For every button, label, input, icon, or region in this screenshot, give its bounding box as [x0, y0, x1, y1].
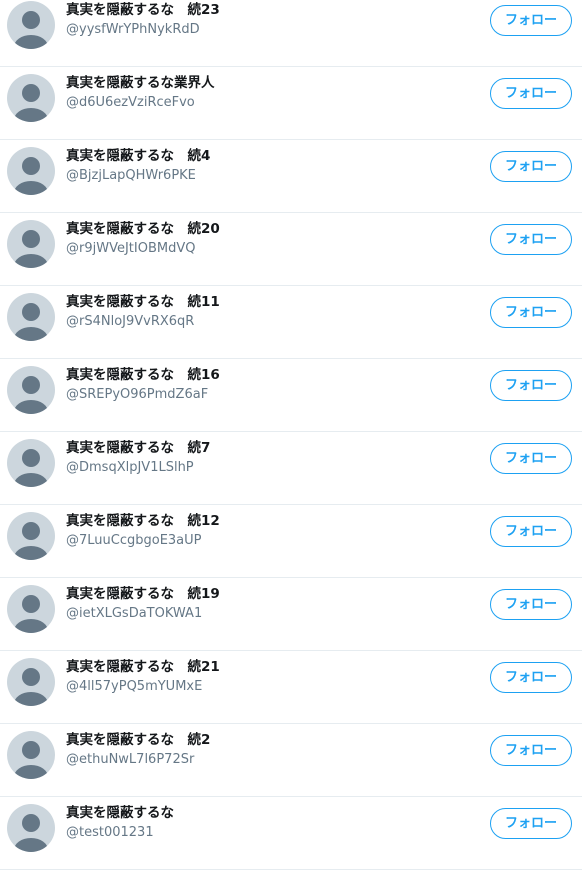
- user-handle: @ietXLGsDaTOKWA1: [66, 606, 203, 621]
- user-handle: @SREPyO96PmdZ6aF: [66, 387, 209, 402]
- follow-button[interactable]: フォロー: [490, 370, 572, 401]
- user-handle: @r9jWVeJtIOBMdVQ: [66, 241, 196, 256]
- user-row[interactable]: 真実を隠蔽するな 続4 @BjzjLapQHWr6PKE フォロー: [0, 140, 582, 213]
- user-display-name[interactable]: 真実を隠蔽するな 続4: [66, 147, 210, 165]
- user-handle: @BjzjLapQHWr6PKE: [66, 168, 196, 183]
- user-handle: @d6U6ezVziRceFvo: [66, 95, 195, 110]
- user-row[interactable]: 真実を隠蔽するな 続11 @rS4NloJ9VvRX6qR フォロー: [0, 286, 582, 359]
- user-handle: @yysfWrYPhNykRdD: [66, 22, 200, 37]
- user-row[interactable]: 真実を隠蔽するな 続7 @DmsqXlpJV1LSlhP フォロー: [0, 432, 582, 505]
- default-avatar-icon[interactable]: [7, 366, 55, 414]
- user-handle: @test001231: [66, 825, 154, 840]
- user-row[interactable]: 真実を隠蔽するな 続19 @ietXLGsDaTOKWA1 フォロー: [0, 578, 582, 651]
- follow-button[interactable]: フォロー: [490, 735, 572, 766]
- user-display-name[interactable]: 真実を隠蔽するな 続11: [66, 293, 220, 311]
- default-avatar-icon[interactable]: [7, 512, 55, 560]
- default-avatar-icon[interactable]: [7, 804, 55, 852]
- user-row[interactable]: 真実を隠蔽するな 続16 @SREPyO96PmdZ6aF フォロー: [0, 359, 582, 432]
- default-avatar-icon[interactable]: [7, 1, 55, 49]
- follow-button[interactable]: フォロー: [490, 5, 572, 36]
- default-avatar-icon[interactable]: [7, 658, 55, 706]
- default-avatar-icon[interactable]: [7, 220, 55, 268]
- default-avatar-icon[interactable]: [7, 74, 55, 122]
- follow-button[interactable]: フォロー: [490, 443, 572, 474]
- user-row[interactable]: 真実を隠蔽するな 続23 @yysfWrYPhNykRdD フォロー: [0, 0, 582, 67]
- default-avatar-icon[interactable]: [7, 439, 55, 487]
- default-avatar-icon[interactable]: [7, 585, 55, 633]
- follow-button[interactable]: フォロー: [490, 516, 572, 547]
- user-row[interactable]: 真実を隠蔽するな 続12 @7LuuCcgbgoE3aUP フォロー: [0, 505, 582, 578]
- follow-button[interactable]: フォロー: [490, 808, 572, 839]
- user-row[interactable]: 真実を隠蔽するな 続20 @r9jWVeJtIOBMdVQ フォロー: [0, 213, 582, 286]
- follow-button[interactable]: フォロー: [490, 151, 572, 182]
- user-handle: @4ll57yPQ5mYUMxE: [66, 679, 203, 694]
- follow-button[interactable]: フォロー: [490, 78, 572, 109]
- user-handle: @7LuuCcgbgoE3aUP: [66, 533, 202, 548]
- user-display-name[interactable]: 真実を隠蔽するな 続7: [66, 439, 210, 457]
- default-avatar-icon[interactable]: [7, 147, 55, 195]
- default-avatar-icon[interactable]: [7, 293, 55, 341]
- user-display-name[interactable]: 真実を隠蔽するな: [66, 804, 174, 822]
- follow-button[interactable]: フォロー: [490, 297, 572, 328]
- user-display-name[interactable]: 真実を隠蔽するな 続20: [66, 220, 220, 238]
- follow-button[interactable]: フォロー: [490, 589, 572, 620]
- user-display-name[interactable]: 真実を隠蔽するな 続12: [66, 512, 220, 530]
- follow-button[interactable]: フォロー: [490, 662, 572, 693]
- user-handle: @rS4NloJ9VvRX6qR: [66, 314, 195, 329]
- user-handle: @DmsqXlpJV1LSlhP: [66, 460, 194, 475]
- user-handle: @ethuNwL7l6P72Sr: [66, 752, 195, 767]
- user-display-name[interactable]: 真実を隠蔽するな 続23: [66, 1, 220, 19]
- user-row[interactable]: 真実を隠蔽するな @test001231 フォロー: [0, 797, 582, 870]
- user-row[interactable]: 真実を隠蔽するな業界人 @d6U6ezVziRceFvo フォロー: [0, 67, 582, 140]
- user-row[interactable]: 真実を隠蔽するな 続21 @4ll57yPQ5mYUMxE フォロー: [0, 651, 582, 724]
- user-display-name[interactable]: 真実を隠蔽するな 続2: [66, 731, 210, 749]
- user-display-name[interactable]: 真実を隠蔽するな 続16: [66, 366, 220, 384]
- user-list: 真実を隠蔽するな 続23 @yysfWrYPhNykRdD フォロー 真実を隠蔽…: [0, 0, 582, 870]
- user-display-name[interactable]: 真実を隠蔽するな 続19: [66, 585, 220, 603]
- default-avatar-icon[interactable]: [7, 731, 55, 779]
- user-display-name[interactable]: 真実を隠蔽するな 続21: [66, 658, 220, 676]
- user-display-name[interactable]: 真実を隠蔽するな業界人: [66, 74, 215, 92]
- user-row[interactable]: 真実を隠蔽するな 続2 @ethuNwL7l6P72Sr フォロー: [0, 724, 582, 797]
- follow-button[interactable]: フォロー: [490, 224, 572, 255]
